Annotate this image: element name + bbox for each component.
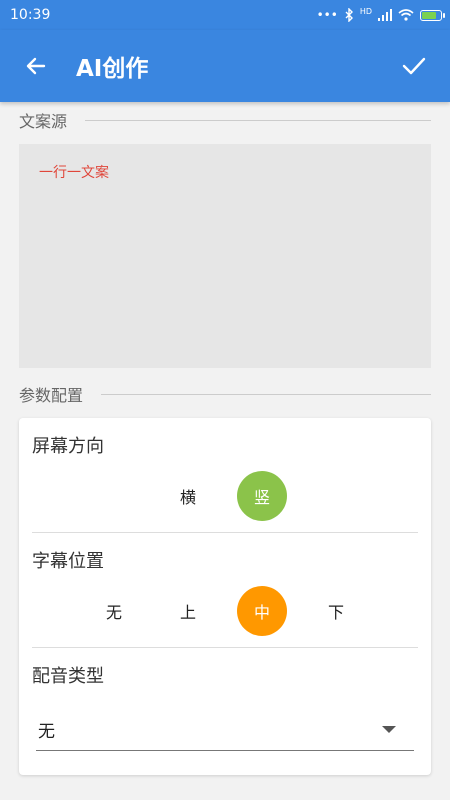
screen-orientation-title: 屏幕方向 <box>32 436 104 457</box>
subtitle-position-options: 无 上 中 下 <box>32 575 418 647</box>
screen-orientation-options: 横 竖 <box>32 460 418 532</box>
section-divider <box>101 393 431 395</box>
copy-text-hint: 一行一文案 <box>39 165 109 181</box>
subtitle-option-top[interactable]: 上 <box>163 586 213 636</box>
params-card: 屏幕方向 横 竖 字幕位置 无 上 中 下 配音类型 无 <box>19 418 431 775</box>
section-divider <box>85 119 431 121</box>
dots-icon: ••• <box>316 8 338 22</box>
signal-icon <box>378 9 392 21</box>
hd-label: HD <box>359 6 372 16</box>
copy-text-input[interactable]: 一行一文案 <box>19 144 431 368</box>
battery-charging-icon <box>420 9 445 21</box>
subtitle-position-title: 字幕位置 <box>32 551 104 572</box>
source-section-title: 文案源 <box>19 112 68 131</box>
orientation-option-portrait[interactable]: 竖 <box>237 471 287 521</box>
orientation-option-landscape[interactable]: 横 <box>163 471 213 521</box>
dropdown-arrow-icon <box>382 725 396 733</box>
params-section-header: 参数配置 <box>0 376 450 412</box>
back-button[interactable] <box>18 48 54 84</box>
status-time: 10:39 <box>10 7 51 23</box>
wifi-icon <box>398 9 414 21</box>
source-section-header: 文案源 <box>0 102 450 138</box>
screen-orientation-group: 屏幕方向 横 竖 <box>32 418 418 532</box>
voice-type-value: 无 <box>38 721 55 742</box>
arrow-left-icon <box>26 57 46 75</box>
voice-type-title: 配音类型 <box>32 666 104 687</box>
voice-type-select[interactable]: 无 <box>36 708 414 751</box>
status-icons: ••• HD <box>316 6 445 22</box>
page-title: AI创作 <box>76 56 149 82</box>
confirm-button[interactable] <box>396 48 432 84</box>
subtitle-option-middle[interactable]: 中 <box>237 586 287 636</box>
subtitle-option-bottom[interactable]: 下 <box>311 586 361 636</box>
check-icon <box>402 57 426 75</box>
status-bar: 10:39 ••• HD <box>0 0 450 30</box>
subtitle-position-group: 字幕位置 无 上 中 下 <box>32 532 418 647</box>
params-section-title: 参数配置 <box>19 386 84 405</box>
voice-type-group: 配音类型 无 <box>32 647 418 775</box>
subtitle-option-none[interactable]: 无 <box>89 586 139 636</box>
app-bar: AI创作 <box>0 30 450 102</box>
bluetooth-icon <box>345 8 353 22</box>
